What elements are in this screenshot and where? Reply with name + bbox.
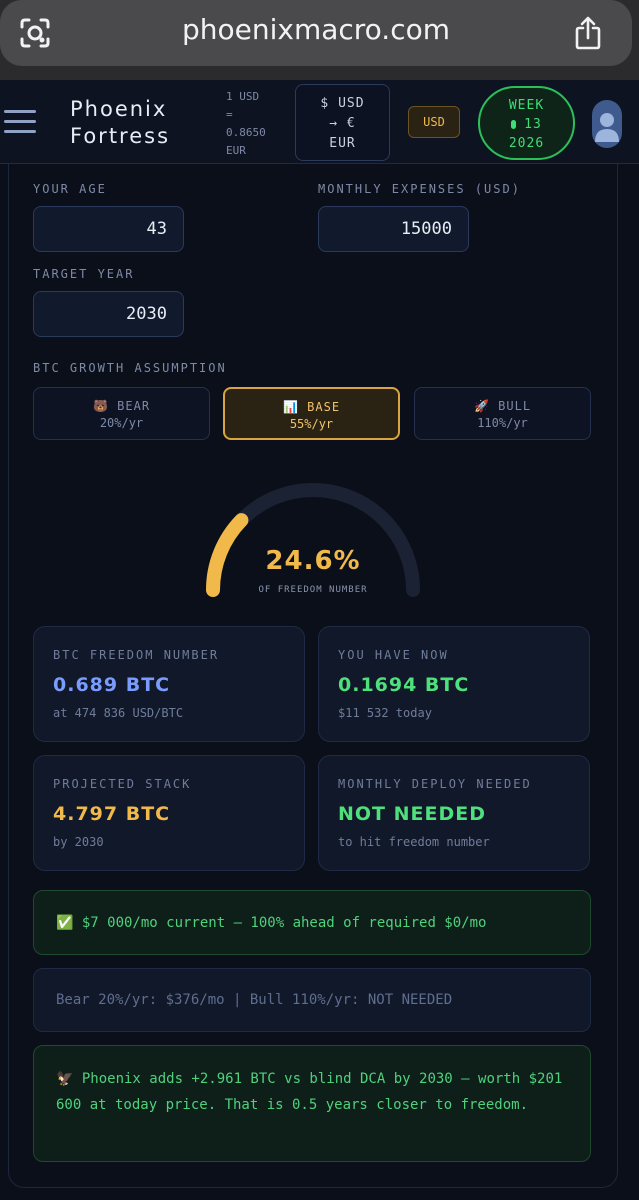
- expenses-label: MONTHLY EXPENSES (USD): [318, 182, 521, 196]
- age-input[interactable]: 43: [33, 206, 184, 252]
- exchange-rate: 1 USD = 0.8650 EUR: [226, 88, 266, 160]
- week-indicator: WEEK 13 2026: [478, 86, 575, 160]
- scenario-name: BASE: [307, 400, 341, 414]
- share-icon[interactable]: [573, 16, 603, 50]
- convert-line-3: EUR: [329, 136, 356, 151]
- chart-icon: 📊: [282, 400, 299, 414]
- stat-value: 0.1694 BTC: [338, 674, 470, 696]
- live-dot-icon: [511, 120, 517, 129]
- scenario-name: BEAR: [117, 399, 151, 413]
- gauge-caption: OF FREEDOM NUMBER: [258, 585, 368, 595]
- user-icon: [595, 113, 619, 142]
- scenario-name: BULL: [498, 399, 532, 413]
- phoenix-insight: 🦅 Phoenix adds +2.961 BTC vs blind DCA b…: [33, 1045, 591, 1162]
- expenses-input[interactable]: 15000: [318, 206, 469, 252]
- scenario-rate: 20%/yr: [99, 416, 144, 430]
- hamburger-menu-icon[interactable]: [4, 110, 36, 134]
- ahead-banner: ✅ $7 000/mo current — 100% ahead of requ…: [33, 890, 591, 955]
- rocket-icon: 🚀: [473, 399, 490, 413]
- freedom-number-card: BTC FREEDOM NUMBER 0.689 BTC at 474 836 …: [33, 626, 305, 742]
- currency-badge[interactable]: USD: [408, 106, 460, 138]
- stat-subtext: $11 532 today: [338, 706, 432, 720]
- browser-toolbar: phoenixmacro.com: [0, 0, 639, 80]
- currency-convert-button[interactable]: $ USD → € EUR: [295, 84, 390, 161]
- stat-value: 4.797 BTC: [53, 803, 171, 825]
- url-text: phoenixmacro.com: [181, 13, 451, 46]
- holdings-card: YOU HAVE NOW 0.1694 BTC $11 532 today: [318, 626, 590, 742]
- stat-label: YOU HAVE NOW: [338, 648, 449, 662]
- age-label: YOUR AGE: [33, 182, 107, 196]
- convert-line-2: → €: [329, 116, 356, 131]
- stat-label: MONTHLY DEPLOY NEEDED: [338, 777, 532, 791]
- scenario-rate: 110%/yr: [477, 416, 528, 430]
- scenario-rate: 55%/yr: [289, 417, 334, 431]
- rate-line-2: =: [226, 108, 233, 121]
- address-bar[interactable]: phoenixmacro.com: [0, 0, 632, 66]
- stat-subtext: at 474 836 USD/BTC: [53, 706, 184, 720]
- stat-subtext: to hit freedom number: [338, 835, 490, 849]
- week-line-3: 2026: [508, 136, 545, 151]
- stat-subtext: by 2030: [53, 835, 104, 849]
- projected-stack-card: PROJECTED STACK 4.797 BTC by 2030: [33, 755, 305, 871]
- brand-line-2: Fortress: [70, 124, 171, 148]
- scenario-base-button[interactable]: 📊 BASE 55%/yr: [223, 387, 400, 440]
- target-year-input[interactable]: 2030: [33, 291, 184, 337]
- growth-label: BTC GROWTH ASSUMPTION: [33, 361, 227, 375]
- rate-line-1: 1 USD: [226, 90, 260, 103]
- target-year-label: TARGET YEAR: [33, 267, 135, 281]
- stat-label: BTC FREEDOM NUMBER: [53, 648, 220, 662]
- bear-icon: 🐻: [92, 399, 109, 413]
- monthly-deploy-card: MONTHLY DEPLOY NEEDED NOT NEEDED to hit …: [318, 755, 590, 871]
- week-line-1: WEEK: [508, 98, 545, 113]
- scenario-bull-button[interactable]: 🚀 BULL 110%/yr: [414, 387, 591, 440]
- scenario-summary: Bear 20%/yr: $376/mo | Bull 110%/yr: NOT…: [33, 968, 591, 1032]
- brand-logo[interactable]: Phoenix Fortress: [70, 96, 170, 150]
- scenario-bear-button[interactable]: 🐻 BEAR 20%/yr: [33, 387, 210, 440]
- avatar[interactable]: [592, 100, 622, 148]
- stat-value: 0.689 BTC: [53, 674, 171, 696]
- rate-line-4: EUR: [226, 144, 246, 157]
- gauge-percentage: 24.6%: [265, 546, 361, 576]
- stat-value: NOT NEEDED: [338, 803, 487, 825]
- brand-line-1: Phoenix: [70, 97, 168, 121]
- convert-line-1: $ USD: [320, 96, 365, 111]
- stat-label: PROJECTED STACK: [53, 777, 192, 791]
- rate-line-3: 0.8650: [226, 126, 266, 139]
- week-line-2: 13: [524, 117, 542, 132]
